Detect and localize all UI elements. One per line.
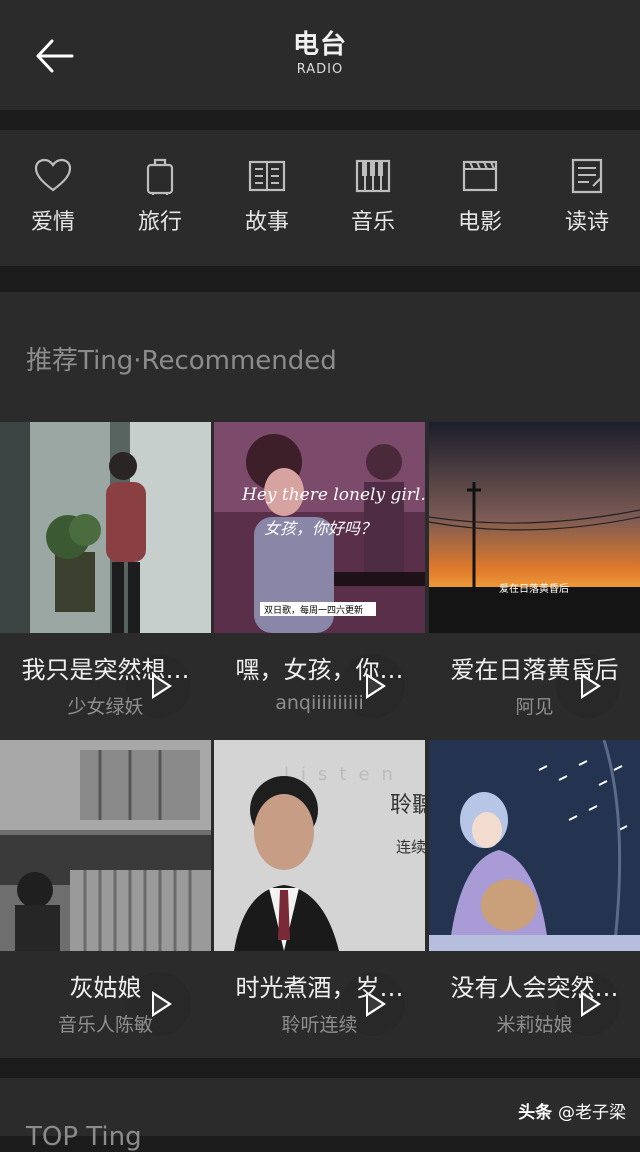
radio-card[interactable]: 灰姑娘 音乐人陈敏 — [0, 740, 211, 1056]
cover-text: 女孩，你好吗？ — [264, 519, 376, 538]
card-title: 嘿，女孩，你… — [235, 656, 404, 684]
category-story[interactable]: 故事 — [227, 156, 307, 236]
heart-icon — [34, 158, 72, 192]
radio-card[interactable]: listen 聆聽 连续 时光煮酒，岁… 聆听连续 — [214, 740, 425, 1056]
clapperboard-icon — [462, 160, 498, 192]
category-music[interactable]: 音乐 — [333, 156, 413, 236]
category-label: 旅行 — [137, 210, 182, 235]
page-subtitle: RADIO — [296, 62, 344, 77]
card-author: 米莉姑娘 — [496, 1014, 573, 1036]
luggage-icon — [146, 158, 174, 195]
cover-image: 爱在日落黄昏后 — [429, 422, 640, 633]
section-title: 推荐Ting·Recommended — [26, 346, 337, 376]
card-author: anqiiiiiiiiii — [275, 692, 364, 714]
card-title: 爱在日落黄昏后 — [450, 656, 619, 684]
category-label: 电影 — [457, 210, 502, 235]
cover-text: 双日歌，每周一四六更新 — [264, 604, 363, 616]
cover-text: Hey there lonely girl. — [241, 485, 425, 505]
watermark-handle: @老子梁 — [558, 1103, 626, 1123]
section-title: TOP Ting — [26, 1122, 142, 1152]
radio-card[interactable]: 爱在日落黄昏后 爱在日落黄昏后 阿见 — [429, 422, 640, 738]
card-author: 聆听连续 — [281, 1014, 358, 1036]
cover-image: listen 聆聽 连续 — [214, 740, 425, 951]
card-title: 灰姑娘 — [69, 974, 142, 1002]
category-travel[interactable]: 旅行 — [120, 156, 200, 236]
card-title: 我只是突然想… — [21, 656, 190, 684]
category-label: 读诗 — [564, 210, 609, 235]
card-title: 没有人会突然… — [450, 974, 619, 1002]
category-label: 音乐 — [350, 210, 395, 235]
card-title: 时光煮酒，岁… — [235, 974, 404, 1002]
page-title-group: 电台 RADIO — [0, 28, 640, 78]
category-movie[interactable]: 电影 — [440, 156, 520, 236]
cover-image: Hey there lonely girl. 女孩，你好吗？ 双日歌，每周一四六… — [214, 422, 425, 633]
category-love[interactable]: 爱情 — [13, 156, 93, 236]
category-bar: 爱情 旅行 故事 音乐 电影 读诗 — [0, 130, 640, 266]
watermark: 头条 @老子梁 — [518, 1098, 626, 1123]
cover-image — [0, 740, 211, 951]
cover-text: 聆聽 — [390, 793, 425, 818]
category-label: 故事 — [244, 210, 289, 235]
radio-card[interactable]: Hey there lonely girl. 女孩，你好吗？ 双日歌，每周一四六… — [214, 422, 425, 738]
category-label: 爱情 — [30, 210, 75, 235]
cover-image — [429, 740, 640, 951]
recommended-section: 推荐Ting·Recommended 我只是突然想… 少女绿妖 Hey ther… — [0, 292, 640, 1058]
document-icon — [571, 158, 603, 194]
watermark-brand: 头条 — [518, 1103, 553, 1123]
book-icon — [248, 160, 286, 192]
card-author: 阿见 — [515, 696, 554, 718]
category-poetry[interactable]: 读诗 — [547, 156, 627, 236]
cover-image — [0, 422, 211, 633]
card-author: 音乐人陈敏 — [57, 1014, 153, 1036]
card-author: 少女绿妖 — [67, 696, 144, 718]
radio-card[interactable]: 没有人会突然… 米莉姑娘 — [429, 740, 640, 1056]
cover-text: 爱在日落黄昏后 — [499, 582, 569, 595]
radio-card[interactable]: 我只是突然想… 少女绿妖 — [0, 422, 211, 738]
piano-icon — [355, 159, 391, 193]
page-title: 电台 — [292, 30, 347, 60]
cover-text: 连续 — [396, 838, 425, 856]
top-bar: 电台 RADIO — [0, 0, 640, 110]
